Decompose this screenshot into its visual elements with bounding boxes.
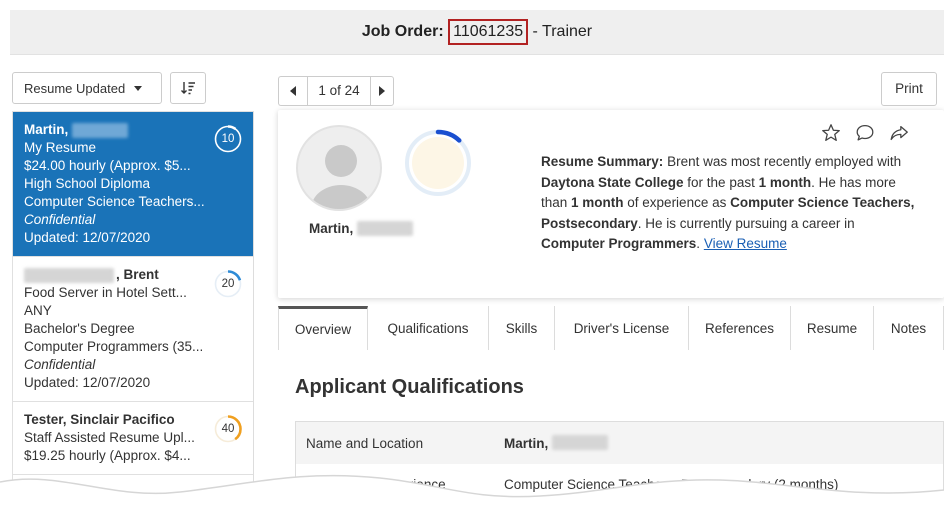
job-order-label: Job Order:	[361, 23, 444, 40]
chevron-right-icon	[379, 86, 385, 96]
detail-tabs: Overview Qualifications Skills Driver's …	[278, 306, 944, 350]
candidate-line: Confidential	[24, 357, 96, 372]
tab-overview[interactable]: Overview	[278, 306, 368, 350]
summary-duration: 1 month	[758, 174, 812, 190]
redacted-name	[357, 221, 414, 236]
match-score-gauge	[404, 129, 472, 197]
match-score-ring: 40	[213, 414, 243, 444]
row-label: Occupation Experience	[306, 477, 446, 492]
next-page-button[interactable]	[370, 76, 394, 106]
sort-descending-icon	[181, 82, 195, 95]
user-silhouette-icon	[311, 145, 371, 209]
tab-qualifications[interactable]: Qualifications	[368, 306, 489, 350]
match-link[interactable]: for Trainer	[694, 495, 756, 510]
candidate-card[interactable]: Tester, Sinclair Pacifico Staff Assisted…	[13, 402, 253, 475]
view-resume-link[interactable]: View Resume	[704, 236, 787, 251]
candidate-actions	[820, 122, 910, 144]
match-score: 10	[221, 133, 235, 145]
redacted-name	[72, 122, 129, 138]
candidate-updated: Updated: 12/07/2020	[24, 375, 151, 390]
redacted-name	[24, 267, 114, 283]
candidate-name: Martin,	[309, 221, 414, 236]
candidate-line: Food Server in Hotel Sett...	[24, 285, 187, 300]
candidate-line: $24.00 hourly (Approx. $5...	[24, 158, 191, 173]
tab-notes[interactable]: Notes	[874, 306, 944, 350]
print-button[interactable]: Print	[881, 72, 937, 106]
job-order-suffix: - Trainer	[528, 23, 593, 40]
resume-summary: Resume Summary: Brent was most recently …	[541, 154, 915, 251]
candidate-line: $19.25 hourly (Approx. $4...	[24, 448, 191, 463]
tab-references[interactable]: References	[689, 306, 791, 350]
match-score: 20	[221, 278, 235, 290]
row-value: Computer Science Teachers, Postsecondary…	[504, 477, 839, 492]
comment-icon[interactable]	[854, 122, 876, 144]
summary-career: Computer Programmers	[541, 236, 697, 251]
candidate-list: Martin, My Resume $24.00 hourly (Approx.…	[12, 111, 254, 521]
sort-dropdown-label: Resume Updated	[24, 80, 126, 96]
candidate-card[interactable]: Martin, My Resume $24.00 hourly (Approx.…	[13, 112, 253, 257]
chevron-down-icon	[134, 85, 143, 91]
table-row: Name and Location Martin,	[296, 422, 943, 464]
job-order-title: Job Order: 11061235 - Trainer	[10, 19, 944, 45]
page-indicator: 1 of 24	[307, 76, 370, 106]
row-label: Name and Location	[306, 435, 424, 451]
sort-order-button[interactable]	[170, 72, 206, 104]
share-icon[interactable]	[888, 122, 910, 144]
job-order-header: Job Order: 11061235 - Trainer	[10, 10, 944, 55]
candidate-line: Computer Programmers (35...	[24, 339, 204, 354]
section-title: Applicant Qualifications	[295, 376, 524, 398]
candidate-line: Staff Assisted Resume Upl...	[24, 430, 195, 445]
sort-dropdown[interactable]: Resume Updated	[12, 72, 162, 104]
app-frame: Job Order: 11061235 - Trainer Resume Upd…	[10, 10, 944, 521]
candidate-card[interactable]: , Brent Food Server in Hotel Sett... ANY…	[13, 257, 253, 402]
tab-skills[interactable]: Skills	[489, 306, 555, 350]
match-score-ring: 10	[213, 124, 243, 154]
tab-drivers-license[interactable]: Driver's License	[555, 306, 689, 350]
candidate-line: Computer Science Teachers...	[24, 194, 205, 209]
candidate-line: My Resume	[24, 140, 97, 155]
table-row: Occupation Experience Computer Science T…	[296, 464, 943, 510]
candidate-name: Martin,	[24, 122, 69, 137]
tab-resume[interactable]: Resume	[791, 306, 874, 350]
qualifications-table: Name and Location Martin, Occupation Exp…	[295, 421, 944, 510]
star-icon[interactable]	[820, 122, 842, 144]
candidate-line: Bachelor's Degree	[24, 321, 135, 336]
row-value: Martin,	[504, 436, 549, 451]
candidate-updated: Updated: 12/07/2020	[24, 230, 151, 245]
summary-experience: 1 month	[571, 195, 624, 210]
candidate-name: , Brent	[116, 267, 159, 282]
candidate-summary-panel: Martin, Resume Summary: Brent was most r…	[278, 110, 944, 298]
job-order-id: 11061235	[448, 19, 529, 45]
avatar	[296, 125, 382, 211]
candidate-line: Confidential	[24, 212, 96, 227]
summary-label: Resume Summary:	[541, 154, 664, 169]
candidate-line: High School Diploma	[24, 176, 151, 191]
previous-page-button[interactable]	[278, 76, 307, 106]
match-score: 40	[221, 423, 235, 435]
redacted-name	[552, 435, 609, 450]
candidate-name: Tester, Sinclair Pacifico	[24, 412, 175, 427]
candidate-line: ANY	[24, 303, 52, 318]
match-score-ring: 20	[213, 269, 243, 299]
summary-employer: Daytona State College	[541, 174, 684, 190]
chevron-left-icon	[290, 86, 296, 96]
